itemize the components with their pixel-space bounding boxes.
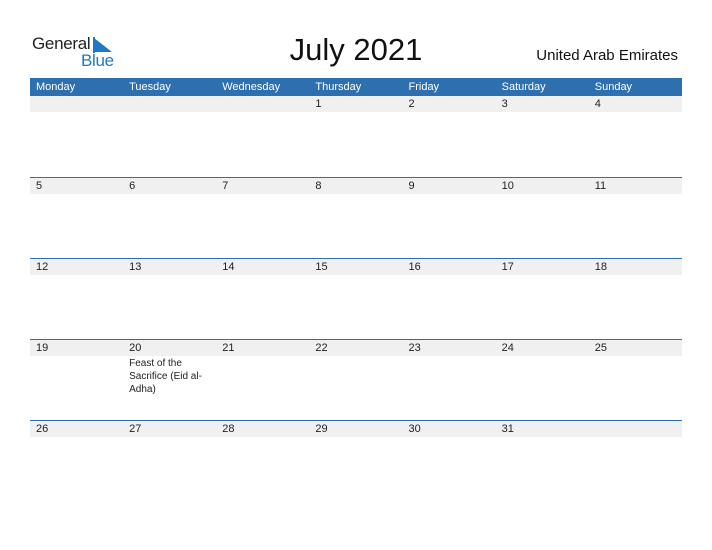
day-cell (589, 421, 682, 437)
day-cell: 3 (496, 96, 589, 112)
day-cell: 30 (403, 421, 496, 437)
day-cell: 17 (496, 259, 589, 275)
week-row: 12 13 14 15 16 17 18 (30, 258, 682, 340)
day-number: 2 (408, 98, 415, 110)
day-number: 18 (594, 261, 607, 273)
day-cell: 13 (123, 259, 216, 275)
day-cell: 4 (589, 96, 682, 112)
weekday-saturday: Saturday (501, 81, 546, 93)
day-number: 13 (129, 261, 142, 273)
day-cell: 1 (309, 96, 402, 112)
day-number: 20 (129, 342, 142, 354)
day-cell (123, 96, 216, 112)
day-cell: 19 (30, 340, 123, 396)
day-cell: 28 (216, 421, 309, 437)
day-cell: 10 (496, 178, 589, 194)
weekday-thursday: Thursday (315, 81, 362, 93)
day-number: 28 (222, 423, 235, 435)
week-row: 5 6 7 8 9 10 11 (30, 177, 682, 259)
day-cell: 25 (589, 340, 682, 396)
day-number: 29 (315, 423, 328, 435)
day-cell (216, 96, 309, 112)
day-number: 31 (501, 423, 514, 435)
day-cell: 12 (30, 259, 123, 275)
day-number: 10 (501, 180, 514, 192)
day-cell: 11 (589, 178, 682, 194)
day-cell: 31 (496, 421, 589, 437)
day-number: 1 (315, 98, 322, 110)
day-number: 3 (501, 98, 508, 110)
day-number: 4 (594, 98, 601, 110)
day-cell: 18 (589, 259, 682, 275)
day-cell: 24 (496, 340, 589, 396)
holiday-event: Feast of the Sacrifice (Eid al-Adha) (129, 358, 202, 395)
day-number: 21 (222, 342, 235, 354)
day-number: 5 (36, 180, 43, 192)
day-number: 22 (315, 342, 328, 354)
day-number: 15 (315, 261, 328, 273)
weekday-sunday: Sunday (594, 81, 633, 93)
day-cell (30, 96, 123, 112)
day-cell: 9 (403, 178, 496, 194)
day-number: 30 (408, 423, 421, 435)
day-number: 19 (36, 342, 49, 354)
day-cells: 5 6 7 8 9 10 11 (30, 178, 682, 194)
day-cell: 2 (403, 96, 496, 112)
day-cell: 26 (30, 421, 123, 437)
day-cell: 27 (123, 421, 216, 437)
day-number: 25 (594, 342, 607, 354)
day-number (595, 421, 682, 437)
day-number: 14 (222, 261, 235, 273)
week-row: 1 2 3 4 (30, 96, 682, 177)
day-number: 7 (222, 180, 229, 192)
day-cells: 19 20 Feast of the Sacrifice (Eid al-Adha)… (30, 340, 682, 396)
week-row: 26 27 28 29 30 31 (30, 420, 682, 502)
day-number (222, 96, 309, 112)
day-number: 26 (36, 423, 49, 435)
day-number: 9 (408, 180, 415, 192)
day-number: 23 (408, 342, 421, 354)
day-cell: 23 (403, 340, 496, 396)
day-number: 8 (315, 180, 322, 192)
day-cells: 12 13 14 15 16 17 18 (30, 259, 682, 275)
day-cell: 21 (216, 340, 309, 396)
day-number (129, 96, 216, 112)
day-cell: 20 Feast of the Sacrifice (Eid al-Adha) (123, 340, 216, 396)
weekday-friday: Friday (408, 81, 440, 93)
weekday-tuesday: Tuesday (129, 81, 171, 93)
day-cell: 14 (216, 259, 309, 275)
day-cell: 6 (123, 178, 216, 194)
day-cell: 5 (30, 178, 123, 194)
day-cell: 29 (309, 421, 402, 437)
day-cell: 16 (403, 259, 496, 275)
weekday-header: Monday Tuesday Wednesday Thursday Friday… (30, 78, 682, 96)
day-number: 24 (501, 342, 514, 354)
day-cells: 26 27 28 29 30 31 (30, 421, 682, 437)
day-cell: 22 (309, 340, 402, 396)
day-number: 11 (594, 180, 607, 192)
weekday-wednesday: Wednesday (222, 81, 281, 93)
weekday-monday: Monday (36, 81, 76, 93)
day-cell: 7 (216, 178, 309, 194)
day-number: 16 (408, 261, 421, 273)
day-cell: 8 (309, 178, 402, 194)
week-row: 19 20 Feast of the Sacrifice (Eid al-Adha)… (30, 339, 682, 421)
day-cells: 1 2 3 4 (30, 96, 682, 112)
day-cell: 15 (309, 259, 402, 275)
day-number: 17 (501, 261, 514, 273)
day-number (36, 96, 123, 112)
day-number: 27 (129, 423, 142, 435)
day-number: 6 (129, 180, 136, 192)
day-number: 12 (36, 261, 49, 273)
country-label: United Arab Emirates (536, 47, 678, 64)
